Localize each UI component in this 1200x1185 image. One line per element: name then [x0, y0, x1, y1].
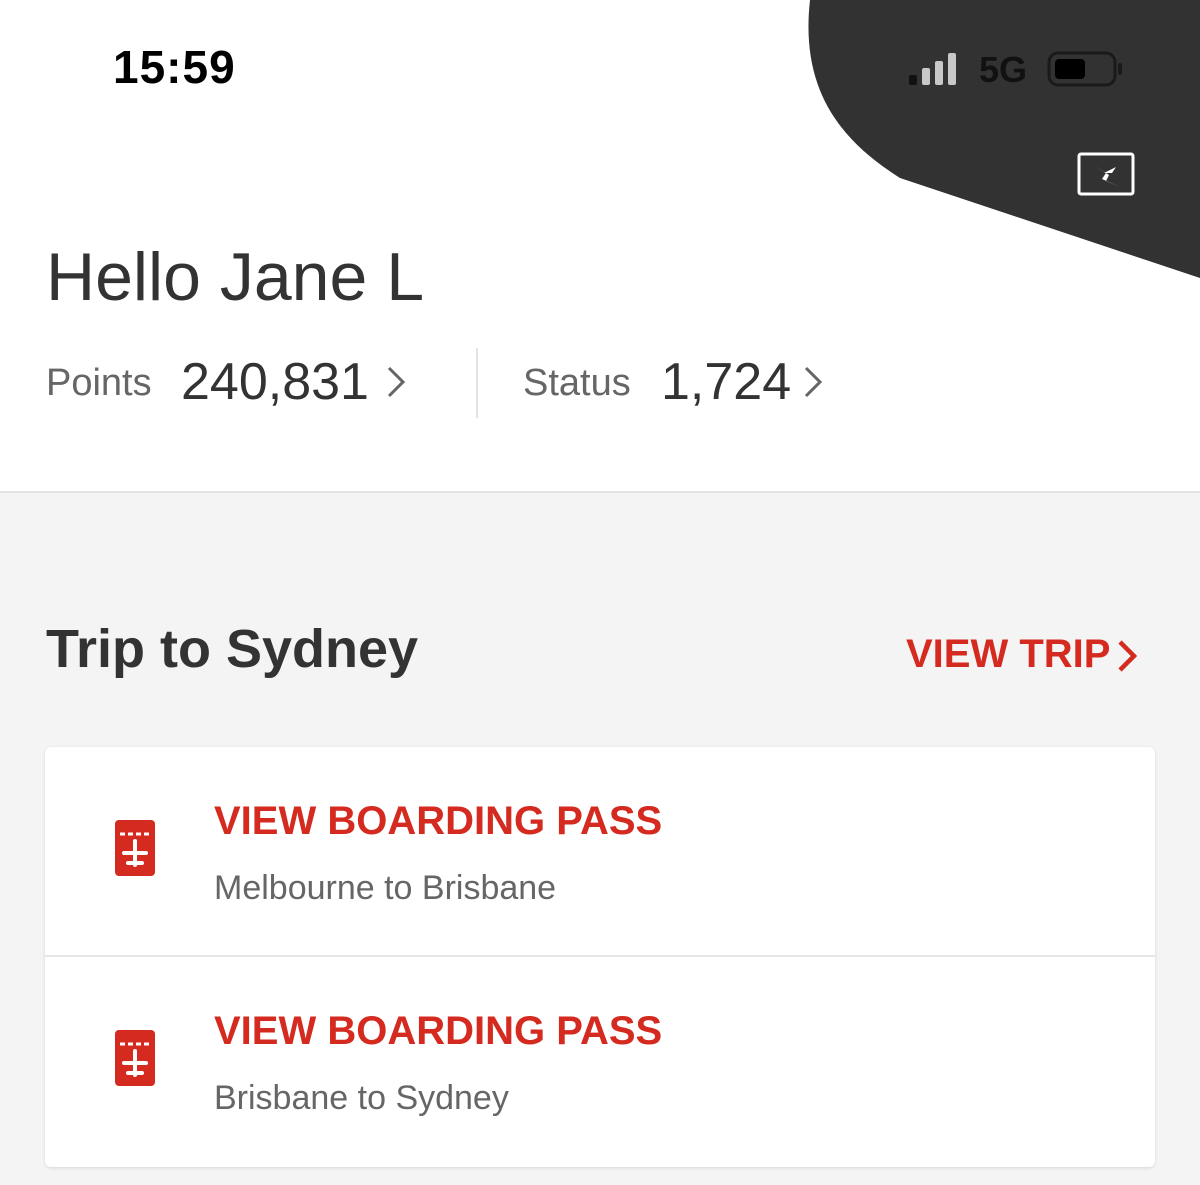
signal-icon — [909, 53, 956, 85]
battery-icon — [1047, 51, 1122, 87]
chevron-right-icon — [1118, 640, 1138, 672]
trip-title: Trip to Sydney — [46, 619, 419, 679]
flight-route: Melbourne to Brisbane — [214, 869, 557, 907]
points-status-row: Points 240,831 Status 1,724 — [46, 348, 946, 418]
status-value: 1,724 — [661, 353, 792, 411]
status-link[interactable]: Status 1,724 — [523, 348, 843, 418]
boarding-pass-icon — [115, 1030, 155, 1086]
account-header: 15:59 5G Hello Jane L Points 240,831 Sta… — [0, 0, 1200, 493]
points-label: Points — [46, 362, 152, 404]
points-link[interactable]: Points 240,831 — [46, 348, 426, 418]
network-type-label: 5G — [979, 49, 1028, 90]
boarding-pass-card: VIEW BOARDING PASS Melbourne to Brisbane… — [45, 747, 1155, 1167]
chevron-right-icon — [804, 366, 823, 398]
status-label: Status — [523, 362, 631, 404]
boarding-pass-row[interactable]: VIEW BOARDING PASS Melbourne to Brisbane — [45, 747, 1155, 957]
view-boarding-pass-label: VIEW BOARDING PASS — [214, 1009, 663, 1053]
chevron-right-icon — [387, 366, 406, 398]
boarding-pass-icon — [115, 820, 155, 876]
points-value: 240,831 — [181, 353, 369, 411]
flight-route: Brisbane to Sydney — [214, 1079, 509, 1117]
view-boarding-pass-label: VIEW BOARDING PASS — [214, 799, 663, 843]
stats-divider — [476, 348, 478, 418]
view-trip-label: VIEW TRIP — [906, 632, 1111, 676]
greeting-heading: Hello Jane L — [46, 239, 425, 315]
qantas-kangaroo-icon[interactable] — [1076, 151, 1136, 199]
status-bar-time: 15:59 — [113, 41, 236, 93]
boarding-pass-row[interactable]: VIEW BOARDING PASS Brisbane to Sydney — [45, 957, 1155, 1167]
